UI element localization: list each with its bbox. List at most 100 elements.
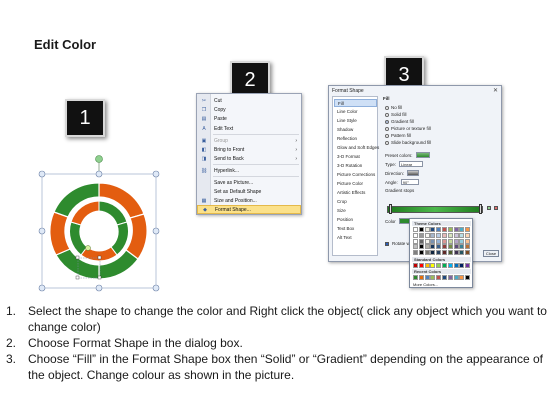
color-swatch[interactable] — [413, 263, 418, 268]
circular-arrow-ring-shape[interactable] — [34, 152, 164, 292]
color-swatch[interactable] — [430, 263, 436, 268]
color-swatch[interactable] — [465, 275, 471, 280]
angle-input[interactable]: 90° — [400, 179, 419, 185]
color-swatch[interactable] — [465, 244, 471, 250]
gradient-stop-handle[interactable] — [389, 204, 392, 214]
color-swatch[interactable] — [430, 275, 436, 280]
color-swatch[interactable] — [441, 263, 447, 268]
option-picture-fill[interactable]: Picture or texture fill — [385, 126, 431, 131]
color-swatch[interactable] — [418, 263, 424, 268]
rotate-checkbox[interactable] — [385, 241, 389, 246]
radio-button[interactable] — [385, 112, 389, 117]
menu-item-edit-text[interactable]: A Edit Text — [197, 124, 301, 133]
color-swatch[interactable] — [459, 263, 465, 268]
color-swatch[interactable] — [453, 244, 459, 250]
color-swatch[interactable] — [430, 250, 436, 256]
nav-item-artistic-effects[interactable]: Artistic Effects — [334, 189, 377, 197]
color-swatch[interactable] — [447, 238, 453, 244]
color-swatch[interactable] — [441, 250, 447, 256]
color-swatch[interactable] — [413, 250, 418, 256]
color-swatch[interactable] — [430, 232, 436, 238]
color-swatch[interactable] — [424, 275, 430, 280]
color-swatch[interactable] — [465, 250, 471, 256]
menu-item-paste[interactable]: ▤ Paste — [197, 114, 301, 123]
direction-dropdown[interactable] — [407, 170, 420, 176]
radio-button[interactable] — [385, 105, 389, 110]
color-swatch[interactable] — [436, 232, 442, 238]
menu-item-save-as-picture[interactable]: Save as Picture... — [197, 178, 301, 187]
color-swatch[interactable] — [413, 275, 418, 280]
color-swatch[interactable] — [465, 263, 471, 268]
color-swatch[interactable] — [447, 232, 453, 238]
color-swatch[interactable] — [453, 250, 459, 256]
color-swatch[interactable] — [459, 244, 465, 250]
nav-item-line-color[interactable]: Line Color — [334, 108, 377, 116]
option-solid-fill[interactable]: Solid fill — [385, 112, 407, 117]
nav-item-picture-corrections[interactable]: Picture Corrections — [334, 171, 377, 179]
color-swatch[interactable] — [441, 275, 447, 280]
color-swatch[interactable] — [441, 232, 447, 238]
color-swatch[interactable] — [465, 238, 471, 244]
color-swatch[interactable] — [453, 275, 459, 280]
gradient-stops-bar[interactable] — [387, 206, 483, 213]
color-swatch[interactable] — [413, 244, 418, 250]
color-swatch[interactable] — [436, 275, 442, 280]
color-swatch[interactable] — [418, 244, 424, 250]
nav-item-text-box[interactable]: Text Box — [334, 225, 377, 233]
close-icon[interactable]: ✕ — [493, 87, 498, 94]
color-swatch[interactable] — [459, 250, 465, 256]
menu-item-hyperlink[interactable]: ⛓ Hyperlink... — [197, 166, 301, 175]
more-colors-link[interactable]: More Colors... — [413, 282, 438, 287]
nav-item-alt-text[interactable]: Alt Text — [334, 234, 377, 242]
nav-item-position[interactable]: Position — [334, 216, 377, 224]
color-swatch[interactable] — [436, 227, 442, 232]
menu-item-set-default-shape[interactable]: Set as Default Shape — [197, 187, 301, 196]
color-swatch[interactable] — [441, 227, 447, 232]
option-slide-background-fill[interactable]: Slide background fill — [385, 140, 431, 145]
color-swatch[interactable] — [424, 244, 430, 250]
color-swatch[interactable] — [430, 227, 436, 232]
menu-item-format-shape[interactable]: ◆ Format Shape... — [197, 205, 301, 214]
nav-item-fill[interactable]: Fill — [334, 99, 377, 107]
color-swatch[interactable] — [441, 238, 447, 244]
preset-colors-dropdown[interactable] — [415, 152, 430, 158]
radio-button-selected[interactable] — [385, 119, 389, 124]
nav-item-glow[interactable]: Glow and Soft Edges — [334, 144, 379, 152]
gradient-stop-handle[interactable] — [479, 204, 482, 214]
menu-item-bring-to-front[interactable]: ◧ Bring to Front › — [197, 145, 301, 154]
color-swatch[interactable] — [465, 232, 471, 238]
color-swatch[interactable] — [424, 227, 430, 232]
nav-item-reflection[interactable]: Reflection — [334, 135, 377, 143]
color-swatch[interactable] — [447, 244, 453, 250]
option-gradient-fill[interactable]: Gradient fill — [385, 119, 414, 124]
color-swatch[interactable] — [424, 232, 430, 238]
color-swatch[interactable] — [447, 275, 453, 280]
menu-item-cut[interactable]: ✂ Cut — [197, 96, 301, 105]
color-swatch[interactable] — [418, 275, 424, 280]
color-swatch[interactable] — [453, 238, 459, 244]
nav-item-3d-format[interactable]: 3-D Format — [334, 153, 377, 161]
color-swatch[interactable] — [436, 238, 442, 244]
color-swatch[interactable] — [447, 250, 453, 256]
color-swatch[interactable] — [424, 250, 430, 256]
option-pattern-fill[interactable]: Pattern fill — [385, 133, 411, 138]
color-swatch[interactable] — [465, 227, 471, 232]
color-swatch[interactable] — [459, 238, 465, 244]
color-swatch[interactable] — [453, 232, 459, 238]
nav-item-3d-rotation[interactable]: 3-D Rotation — [334, 162, 377, 170]
menu-item-size-and-position[interactable]: ▦ Size and Position... — [197, 196, 301, 205]
add-stop-icon[interactable] — [487, 206, 491, 210]
color-swatch[interactable] — [430, 238, 436, 244]
type-dropdown[interactable]: Linear — [399, 161, 424, 167]
radio-button[interactable] — [385, 126, 389, 131]
color-swatch[interactable] — [413, 238, 418, 244]
color-swatch[interactable] — [418, 238, 424, 244]
menu-item-copy[interactable]: ❐ Copy — [197, 105, 301, 114]
color-swatch[interactable] — [459, 227, 465, 232]
color-swatch[interactable] — [459, 232, 465, 238]
color-swatch[interactable] — [418, 232, 424, 238]
color-swatch[interactable] — [424, 263, 430, 268]
color-swatch[interactable] — [459, 275, 465, 280]
option-no-fill[interactable]: No fill — [385, 105, 402, 110]
color-swatch[interactable] — [418, 250, 424, 256]
